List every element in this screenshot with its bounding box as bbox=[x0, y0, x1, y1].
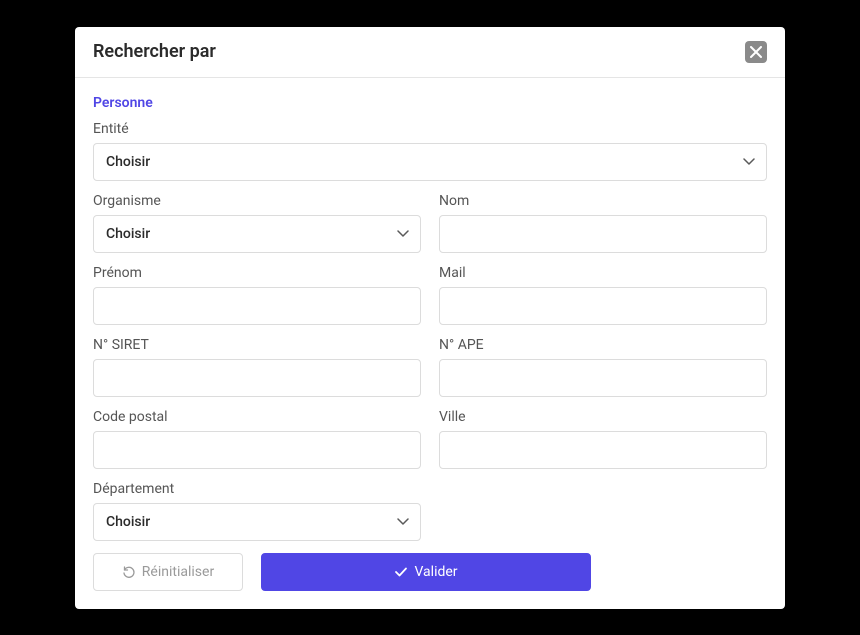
label-codepostal: Code postal bbox=[93, 409, 421, 425]
field-ape: N° APE bbox=[439, 337, 767, 397]
modal-header: Rechercher par bbox=[75, 27, 785, 78]
row-departement: Département Choisir bbox=[93, 481, 767, 541]
undo-icon bbox=[122, 565, 136, 579]
select-departement-wrapper: Choisir bbox=[93, 503, 421, 541]
row-entite: Entité Choisir bbox=[93, 121, 767, 181]
input-ville[interactable] bbox=[439, 431, 767, 469]
label-prenom: Prénom bbox=[93, 265, 421, 281]
field-codepostal: Code postal bbox=[93, 409, 421, 469]
select-organisme-wrapper: Choisir bbox=[93, 215, 421, 253]
field-entite: Entité Choisir bbox=[93, 121, 767, 181]
validate-button[interactable]: Valider bbox=[261, 553, 591, 591]
label-entite: Entité bbox=[93, 121, 767, 137]
field-departement: Département Choisir bbox=[93, 481, 421, 541]
search-modal: Rechercher par Personne Entité Choisir bbox=[75, 27, 785, 609]
empty-col bbox=[439, 481, 767, 541]
button-row: Réinitialiser Valider bbox=[93, 553, 767, 591]
close-button[interactable] bbox=[745, 41, 767, 63]
input-ape[interactable] bbox=[439, 359, 767, 397]
validate-label: Valider bbox=[414, 564, 457, 580]
field-prenom: Prénom bbox=[93, 265, 421, 325]
field-ville: Ville bbox=[439, 409, 767, 469]
label-nom: Nom bbox=[439, 193, 767, 209]
input-prenom[interactable] bbox=[93, 287, 421, 325]
label-mail: Mail bbox=[439, 265, 767, 281]
reset-label: Réinitialiser bbox=[142, 564, 214, 580]
field-mail: Mail bbox=[439, 265, 767, 325]
modal-title: Rechercher par bbox=[93, 41, 216, 62]
label-ape: N° APE bbox=[439, 337, 767, 353]
select-organisme[interactable]: Choisir bbox=[93, 215, 421, 253]
close-icon bbox=[750, 46, 762, 58]
input-mail[interactable] bbox=[439, 287, 767, 325]
select-departement[interactable]: Choisir bbox=[93, 503, 421, 541]
row-prenom-mail: Prénom Mail bbox=[93, 265, 767, 325]
label-organisme: Organisme bbox=[93, 193, 421, 209]
input-nom[interactable] bbox=[439, 215, 767, 253]
label-siret: N° SIRET bbox=[93, 337, 421, 353]
select-entite-wrapper: Choisir bbox=[93, 143, 767, 181]
modal-body: Personne Entité Choisir Organisme bbox=[75, 78, 785, 609]
select-entite[interactable]: Choisir bbox=[93, 143, 767, 181]
field-siret: N° SIRET bbox=[93, 337, 421, 397]
label-departement: Département bbox=[93, 481, 421, 497]
field-organisme: Organisme Choisir bbox=[93, 193, 421, 253]
label-ville: Ville bbox=[439, 409, 767, 425]
row-organisme-nom: Organisme Choisir Nom bbox=[93, 193, 767, 253]
check-icon bbox=[394, 565, 408, 579]
field-nom: Nom bbox=[439, 193, 767, 253]
reset-button[interactable]: Réinitialiser bbox=[93, 553, 243, 591]
row-codepostal-ville: Code postal Ville bbox=[93, 409, 767, 469]
row-siret-ape: N° SIRET N° APE bbox=[93, 337, 767, 397]
tab-personne[interactable]: Personne bbox=[93, 95, 153, 111]
input-siret[interactable] bbox=[93, 359, 421, 397]
input-codepostal[interactable] bbox=[93, 431, 421, 469]
